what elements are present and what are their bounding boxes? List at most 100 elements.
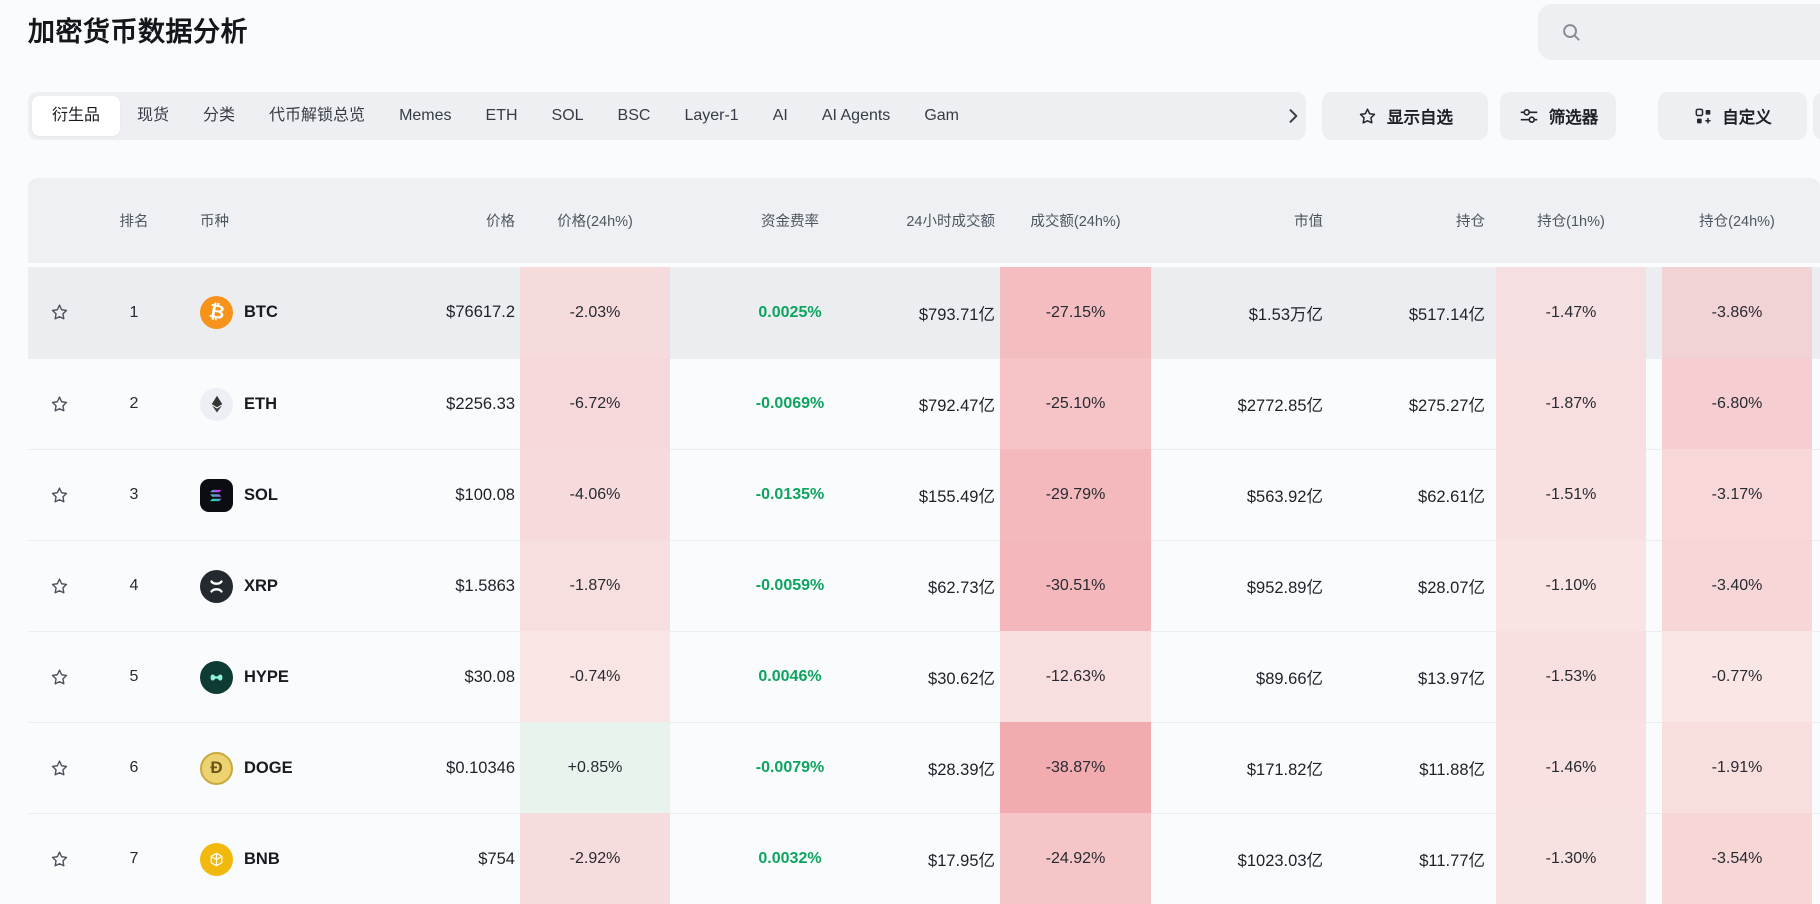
coin-cell: ₿BTC xyxy=(160,267,350,358)
column-header[interactable]: 持仓(24h%) xyxy=(1662,178,1812,263)
favorite-star-icon[interactable] xyxy=(45,390,74,419)
open-interest-cell: $11.77亿 xyxy=(1330,813,1490,904)
table-row-sol[interactable]: 3SOL$100.08-4.06%-0.0135%$155.49亿-29.79%… xyxy=(28,449,1820,540)
market-cap-cell: $2772.85亿 xyxy=(1151,358,1330,449)
column-header[interactable]: 成交额(24h%) xyxy=(1000,178,1151,263)
volume-change-24h-cell: -25.10% xyxy=(1000,358,1151,449)
coin-symbol: DOGE xyxy=(244,759,293,778)
volume-change-24h-cell: -24.92% xyxy=(1000,813,1151,904)
tab-memes[interactable]: Memes xyxy=(382,96,468,136)
oi-change-1h-cell: -1.47% xyxy=(1496,267,1646,358)
column-header[interactable]: 市值 xyxy=(1151,178,1330,263)
rank-cell: 6 xyxy=(78,722,160,813)
volume-change-24h-cell: -38.87% xyxy=(1000,722,1151,813)
bnb-coin-icon xyxy=(200,843,233,876)
favorite-star-icon[interactable] xyxy=(45,572,74,601)
funding-rate-cell: -0.0135% xyxy=(670,449,870,540)
table-row-btc[interactable]: 1₿BTC$76617.2-2.03%0.0025%$793.71亿-27.15… xyxy=(28,267,1820,358)
tab-derivatives[interactable]: 衍生品 xyxy=(32,96,120,136)
xrp-coin-icon xyxy=(200,570,233,603)
funding-rate-cell: -0.0069% xyxy=(670,358,870,449)
customize-button[interactable]: 自定义 xyxy=(1658,92,1807,140)
oi-change-1h-cell: -1.10% xyxy=(1496,540,1646,631)
oi-change-1h-cell: -1.87% xyxy=(1496,358,1646,449)
table-row-hype[interactable]: 5HYPE$30.08-0.74%0.0046%$30.62亿-12.63%$8… xyxy=(28,631,1820,722)
volume-24h-cell: $793.71亿 xyxy=(870,267,1000,358)
spacer xyxy=(1812,813,1820,904)
table-header-row: 排名币种价格价格(24h%)资金费率24小时成交额成交额(24h%)市值持仓持仓… xyxy=(28,178,1820,263)
spacer xyxy=(1812,449,1820,540)
tab-layer-1[interactable]: Layer-1 xyxy=(667,96,755,136)
show-watchlist-label: 显示自选 xyxy=(1387,104,1453,128)
header-spacer xyxy=(1646,178,1662,263)
tab-sol[interactable]: SOL xyxy=(535,96,601,136)
spacer xyxy=(1646,631,1662,722)
open-interest-cell: $62.61亿 xyxy=(1330,449,1490,540)
favorite-star-icon[interactable] xyxy=(45,845,74,874)
coin-symbol: BTC xyxy=(244,303,278,322)
spacer xyxy=(1646,813,1662,904)
price-cell: $0.10346 xyxy=(350,722,520,813)
price-change-24h-cell: +0.85% xyxy=(520,722,670,813)
search-input[interactable] xyxy=(1538,4,1820,60)
market-cap-cell: $1.53万亿 xyxy=(1151,267,1330,358)
tab-eth[interactable]: ETH xyxy=(469,96,535,136)
coin-symbol: SOL xyxy=(244,486,278,505)
spacer xyxy=(1646,358,1662,449)
show-watchlist-button[interactable]: 显示自选 xyxy=(1322,92,1488,140)
table-row-xrp[interactable]: 4XRP$1.5863-1.87%-0.0059%$62.73亿-30.51%$… xyxy=(28,540,1820,631)
coin-symbol: HYPE xyxy=(244,668,289,687)
rank-cell: 5 xyxy=(78,631,160,722)
spacer xyxy=(1646,449,1662,540)
tab-spot[interactable]: 现货 xyxy=(120,96,186,136)
tab-token-unlocks[interactable]: 代币解锁总览 xyxy=(252,96,382,136)
volume-change-24h-cell: -30.51% xyxy=(1000,540,1151,631)
table-row-doge[interactable]: 6ÐDOGE$0.10346+0.85%-0.0079%$28.39亿-38.8… xyxy=(28,722,1820,813)
price-change-24h-cell: -4.06% xyxy=(520,449,670,540)
oi-change-1h-cell: -1.30% xyxy=(1496,813,1646,904)
volume-change-24h-cell: -12.63% xyxy=(1000,631,1151,722)
sliders-icon xyxy=(1518,105,1540,127)
more-actions-button[interactable] xyxy=(1813,92,1820,140)
tab-ai-agents[interactable]: AI Agents xyxy=(805,96,908,136)
customize-label: 自定义 xyxy=(1722,104,1772,128)
search-icon xyxy=(1560,21,1583,44)
tab-bsc[interactable]: BSC xyxy=(601,96,668,136)
tab-gaming[interactable]: Gam xyxy=(907,96,976,136)
column-header[interactable]: 持仓(1h%) xyxy=(1496,178,1646,263)
column-header[interactable]: 资金费率 xyxy=(670,178,870,263)
favorite-star-icon[interactable] xyxy=(45,663,74,692)
rank-star-cell xyxy=(28,540,78,631)
coin-cell: HYPE xyxy=(160,631,350,722)
column-header[interactable]: 币种 xyxy=(160,178,350,263)
tab-categories[interactable]: 分类 xyxy=(186,96,252,136)
price-cell: $2256.33 xyxy=(350,358,520,449)
tab-ai[interactable]: AI xyxy=(756,96,805,136)
favorite-star-icon[interactable] xyxy=(45,754,74,783)
filter-button[interactable]: 筛选器 xyxy=(1500,92,1616,140)
table-body: 1₿BTC$76617.2-2.03%0.0025%$793.71亿-27.15… xyxy=(28,267,1820,904)
rank-star-cell xyxy=(28,813,78,904)
table-row-eth[interactable]: 2ETH$2256.33-6.72%-0.0069%$792.47亿-25.10… xyxy=(28,358,1820,449)
column-header[interactable]: 价格(24h%) xyxy=(520,178,670,263)
favorite-star-icon[interactable] xyxy=(45,298,74,327)
spacer xyxy=(1812,540,1820,631)
oi-change-1h-cell: -1.51% xyxy=(1496,449,1646,540)
rank-cell: 3 xyxy=(78,449,160,540)
column-header[interactable]: 24小时成交额 xyxy=(870,178,1000,263)
oi-change-24h-cell: -1.91% xyxy=(1662,722,1812,813)
table-row-bnb[interactable]: 7BNB$754-2.92%0.0032%$17.95亿-24.92%$1023… xyxy=(28,813,1820,904)
chevron-right-icon[interactable] xyxy=(1283,106,1303,131)
coin-cell: SOL xyxy=(160,449,350,540)
rank-star-cell xyxy=(28,722,78,813)
favorite-star-icon[interactable] xyxy=(45,481,74,510)
column-header[interactable]: 价格 xyxy=(350,178,520,263)
column-header[interactable]: 排名 xyxy=(78,178,160,263)
spacer xyxy=(1646,267,1662,358)
column-header[interactable]: 持仓 xyxy=(1330,178,1490,263)
price-cell: $100.08 xyxy=(350,449,520,540)
funding-rate-cell: -0.0059% xyxy=(670,540,870,631)
market-cap-cell: $171.82亿 xyxy=(1151,722,1330,813)
filter-label: 筛选器 xyxy=(1549,104,1599,128)
coin-symbol: XRP xyxy=(244,577,278,596)
